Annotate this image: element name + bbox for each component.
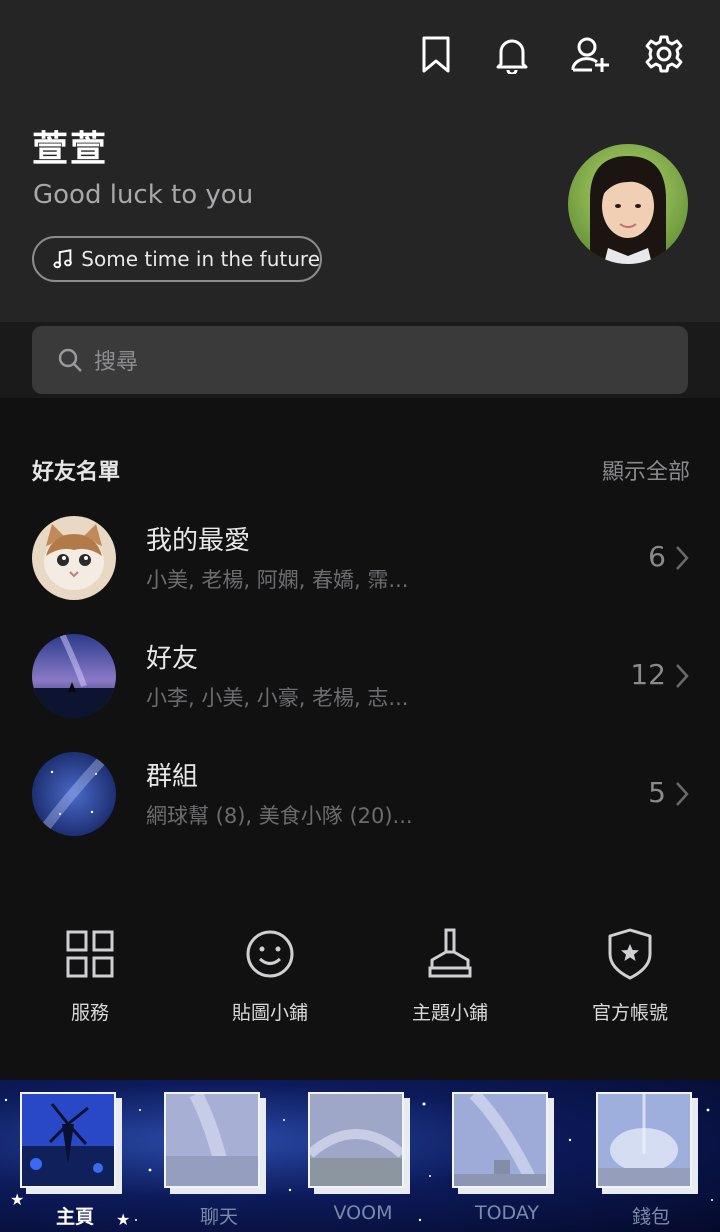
- service-label: 主題小鋪: [411, 1002, 488, 1024]
- gear-icon[interactable]: [644, 34, 684, 74]
- tab-wallet-thumbnail: [596, 1092, 692, 1188]
- group-count: 6: [648, 540, 666, 573]
- music-title: Some time in the future: [81, 247, 320, 271]
- smiley-icon: [246, 930, 294, 978]
- groups-avatar: [32, 752, 116, 836]
- friend-group-groups[interactable]: 群組 網球幫 (8), 美食小隊 (20)... 5: [0, 752, 720, 852]
- tab-label: VOOM: [333, 1202, 393, 1224]
- tab-today-thumbnail: [452, 1089, 548, 1189]
- group-members: 小李, 小美, 小豪, 老楊, 志...: [146, 686, 409, 710]
- favorites-avatar: [32, 516, 116, 600]
- music-note-icon: [53, 249, 72, 269]
- profile-music-button[interactable]: Some time in the future: [32, 236, 322, 282]
- service-official-accounts-button[interactable]: 官方帳號: [540, 926, 720, 1025]
- friend-group-favorites[interactable]: 我的最愛 小美, 老楊, 阿嫻, 春嬌, 霈... 6: [0, 516, 720, 616]
- tab-label: 聊天: [199, 1206, 238, 1228]
- service-services-button[interactable]: 服務: [0, 926, 180, 1025]
- group-title: 我的最愛: [146, 526, 251, 556]
- tab-home-thumbnail: [20, 1092, 116, 1188]
- show-all-link[interactable]: 顯示全部: [602, 454, 690, 486]
- chevron-right-icon: [676, 664, 689, 688]
- tab-label: TODAY: [475, 1202, 539, 1224]
- friend-group-friends[interactable]: 好友 小李, 小美, 小豪, 老楊, 志... 12: [0, 634, 720, 734]
- shield-star-icon: [608, 928, 652, 980]
- service-label: 貼圖小鋪: [231, 1002, 308, 1024]
- brush-icon: [428, 928, 472, 978]
- service-stickers-button[interactable]: 貼圖小鋪: [180, 926, 360, 1025]
- add-friend-icon[interactable]: [570, 34, 610, 74]
- chevron-right-icon: [676, 546, 689, 570]
- bell-icon[interactable]: [492, 34, 532, 76]
- profile-name[interactable]: 萱萱: [32, 120, 108, 172]
- tab-chat[interactable]: 聊天: [164, 1090, 264, 1228]
- chevron-right-icon: [676, 782, 689, 806]
- star-decoration-icon: ★: [10, 1190, 25, 1209]
- group-members: 網球幫 (8), 美食小隊 (20)...: [146, 804, 413, 828]
- service-label: 服務: [70, 1002, 109, 1024]
- search-placeholder: 搜尋: [94, 350, 139, 375]
- bookmark-icon[interactable]: [416, 34, 456, 74]
- group-members: 小美, 老楊, 阿嫻, 春嬌, 霈...: [146, 568, 409, 592]
- tab-voom-thumbnail: [306, 1092, 406, 1188]
- group-title: 群組: [146, 762, 199, 792]
- tab-label: 主頁: [55, 1206, 94, 1228]
- tab-voom[interactable]: VOOM: [306, 1092, 408, 1224]
- friends-avatar: [32, 634, 116, 718]
- group-count: 5: [648, 776, 666, 809]
- tab-label: 錢包: [631, 1206, 670, 1228]
- search-icon: [58, 348, 82, 372]
- grid-icon: [66, 930, 114, 978]
- star-decoration-icon: ★: [116, 1210, 131, 1229]
- service-label: 官方帳號: [591, 1002, 668, 1024]
- search-input[interactable]: 搜尋: [32, 326, 688, 394]
- tab-wallet[interactable]: 錢包: [596, 1092, 696, 1228]
- group-count: 12: [630, 658, 666, 691]
- tab-home[interactable]: 主頁: [20, 1092, 120, 1228]
- tab-chat-thumbnail: [164, 1090, 260, 1188]
- profile-status[interactable]: Good luck to you: [33, 180, 253, 210]
- group-title: 好友: [146, 644, 199, 674]
- profile-avatar[interactable]: [568, 144, 688, 264]
- friends-section-title: 好友名單: [32, 460, 121, 485]
- tab-today[interactable]: TODAY: [452, 1089, 552, 1224]
- bottom-tab-bar: 主頁 聊天 VOOM TODAY 錢包 ★ ★: [0, 1080, 720, 1232]
- service-themes-button[interactable]: 主題小鋪: [360, 926, 540, 1025]
